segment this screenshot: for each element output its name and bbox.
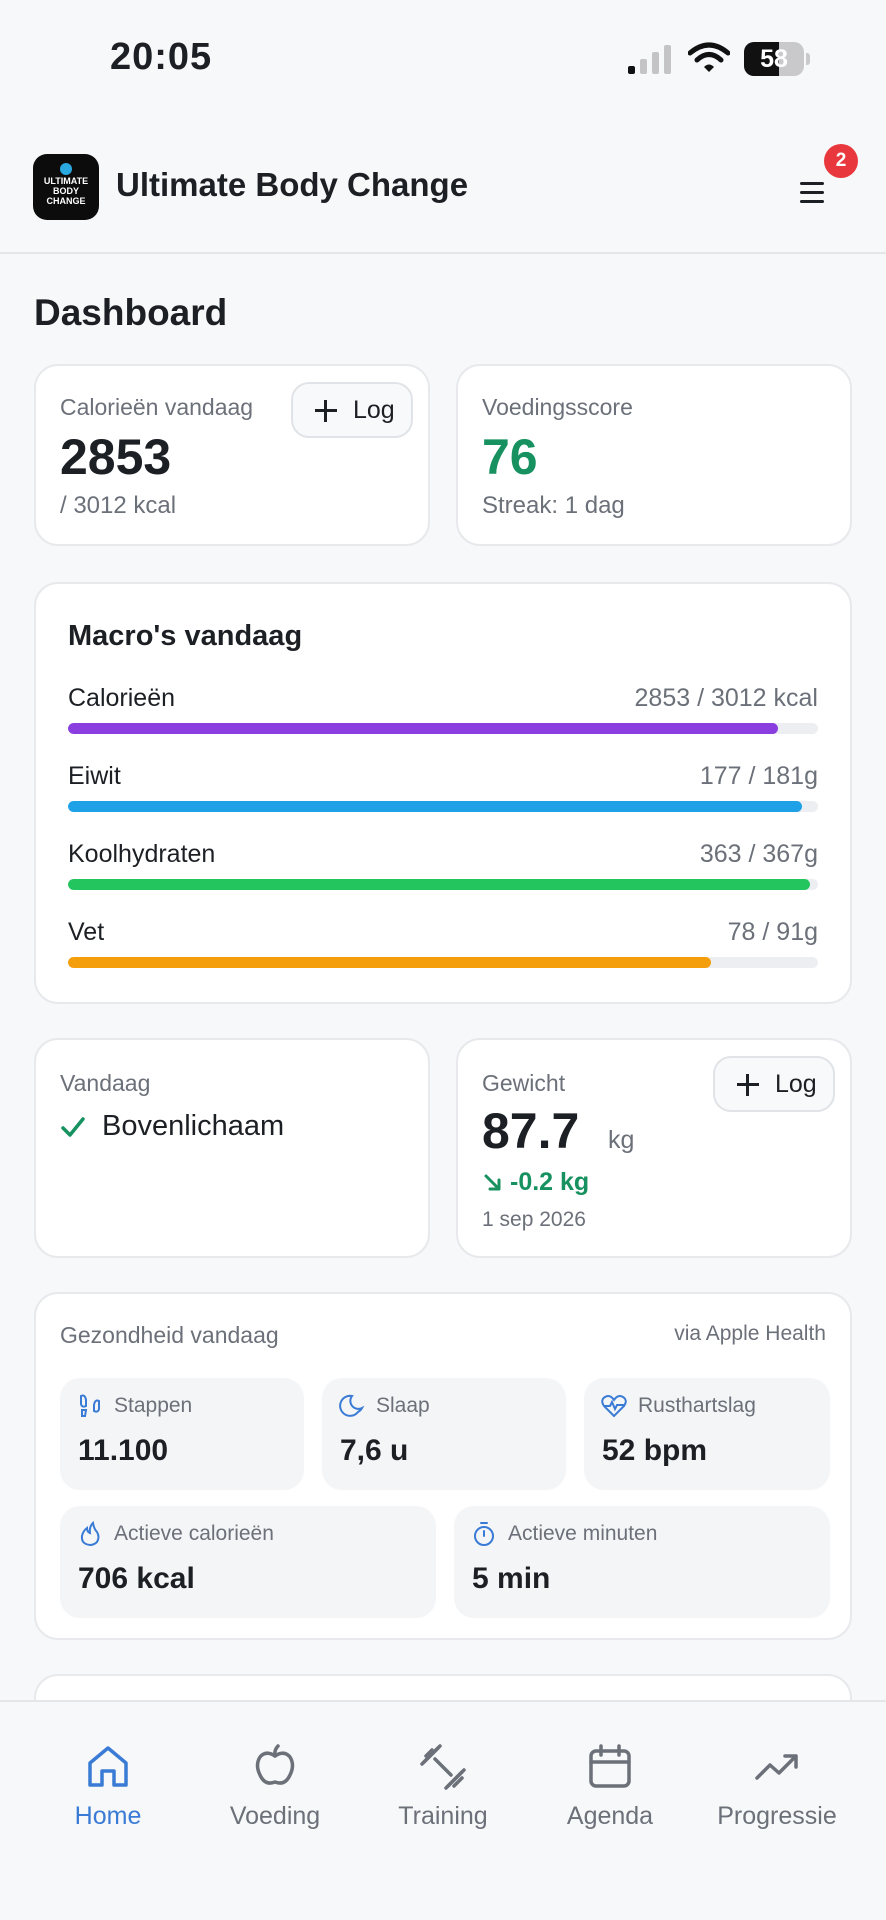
today-workout: Bovenlichaam	[102, 1110, 285, 1142]
cellular-signal-icon	[628, 45, 671, 74]
streak-text: Streak: 1 dag	[482, 492, 625, 519]
nav-progressie[interactable]: Progressie	[692, 1742, 862, 1842]
resting-heart-rate-tile[interactable]: Rusthartslag 52 bpm	[584, 1378, 830, 1490]
nav-training[interactable]: Training	[358, 1742, 528, 1842]
today-label: Vandaag	[60, 1070, 151, 1096]
macro-name: Koolhydraten	[68, 840, 216, 868]
app-logo: ULTIMATE BODY CHANGE	[33, 154, 99, 220]
log-weight-button[interactable]: Log	[713, 1056, 835, 1112]
page-title: Dashboard	[34, 292, 228, 333]
trend-down-icon	[484, 1174, 501, 1191]
macro-name: Calorieën	[68, 684, 176, 712]
calendar-icon	[589, 1744, 631, 1788]
menu-button[interactable]	[790, 172, 834, 212]
macro-progress-bar	[68, 957, 818, 968]
macros-title: Macro's vandaag	[68, 620, 303, 652]
moon-icon	[339, 1394, 365, 1417]
battery-level: 58	[760, 45, 788, 73]
weight-unit: kg	[608, 1126, 635, 1154]
dumbbell-icon	[420, 1744, 466, 1790]
trending-up-icon	[755, 1754, 798, 1780]
active-minutes-tile[interactable]: Actieve minuten 5 min	[454, 1506, 830, 1618]
today-card[interactable]: Vandaag Bovenlichaam	[34, 1038, 430, 1258]
macro-value: 363 / 367g	[699, 840, 818, 868]
battery-icon: 58	[744, 42, 810, 76]
active-calories-tile[interactable]: Actieve calorieën 706 kcal	[60, 1506, 436, 1618]
calories-target: / 3012 kcal	[60, 492, 177, 519]
check-icon	[61, 1117, 85, 1137]
apple-icon	[255, 1744, 295, 1785]
health-card[interactable]: Gezondheid vandaag via Apple Health Stap…	[34, 1292, 852, 1640]
macro-progress-bar	[68, 879, 818, 890]
app-title: Ultimate Body Change	[116, 166, 469, 203]
bottom-nav: Home Voeding Training Agenda Progressie	[0, 1700, 886, 1920]
weight-change: -0.2 kg	[510, 1168, 590, 1196]
macro-name: Eiwit	[68, 762, 121, 790]
home-icon	[88, 1746, 128, 1787]
nav-home[interactable]: Home	[23, 1742, 193, 1842]
log-calories-button[interactable]: Log	[291, 382, 413, 438]
nav-agenda[interactable]: Agenda	[525, 1742, 695, 1842]
macro-progress-bar	[68, 801, 818, 812]
steps-tile[interactable]: Stappen 11.100	[60, 1378, 304, 1490]
notification-badge: 2	[824, 144, 858, 178]
macro-name: Vet	[68, 918, 105, 946]
sleep-tile[interactable]: Slaap 7,6 u	[322, 1378, 566, 1490]
weight-label: Gewicht	[482, 1070, 566, 1096]
calories-value: 2853	[60, 429, 172, 485]
macro-progress-bar	[68, 723, 818, 734]
macro-value: 2853 / 3012 kcal	[634, 684, 818, 712]
app-header: ULTIMATE BODY CHANGE Ultimate Body Chang…	[0, 128, 886, 254]
flame-icon	[80, 1520, 100, 1547]
calories-card[interactable]: Calorieën vandaag 2853 / 3012 kcal Log	[34, 364, 430, 546]
calories-label: Calorieën vandaag	[60, 394, 254, 420]
weight-date: 1 sep 2026	[482, 1208, 586, 1231]
wifi-icon	[688, 42, 730, 72]
macro-value: 177 / 181g	[699, 762, 818, 790]
health-source: via Apple Health	[674, 1322, 826, 1345]
weight-card[interactable]: Gewicht 87.7 kg -0.2 kg 1 sep 2026 Log	[456, 1038, 852, 1258]
weight-value: 87.7	[482, 1103, 580, 1159]
footprints-icon	[80, 1394, 100, 1417]
status-time: 20:05	[110, 36, 213, 78]
nutrition-score-label: Voedingsscore	[482, 394, 633, 420]
nutrition-score-value: 76	[482, 429, 538, 485]
heart-pulse-icon	[601, 1395, 627, 1418]
macro-value: 78 / 91g	[727, 918, 818, 946]
nutrition-score-card[interactable]: Voedingsscore 76 Streak: 1 dag	[456, 364, 852, 546]
timer-icon	[474, 1522, 494, 1546]
nav-voeding[interactable]: Voeding	[190, 1742, 360, 1842]
health-title: Gezondheid vandaag	[60, 1322, 279, 1348]
